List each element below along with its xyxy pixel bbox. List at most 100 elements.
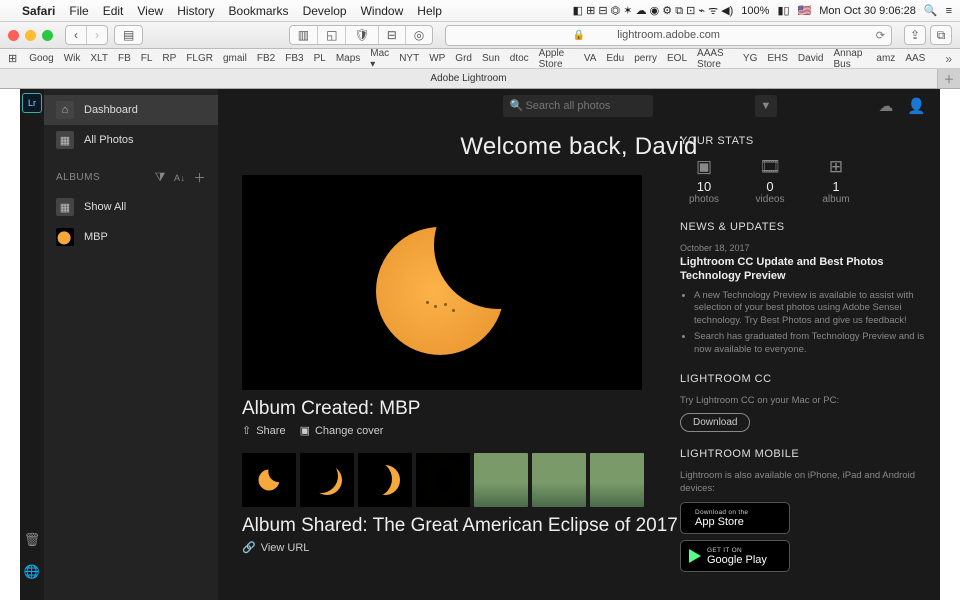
bookmark[interactable]: Grd xyxy=(455,53,472,64)
notification-center-icon[interactable]: ≡ xyxy=(946,5,952,17)
bookmark[interactable]: David xyxy=(798,53,824,64)
filter-icon[interactable]: ⧩ xyxy=(155,170,166,185)
photo-thumbnail[interactable] xyxy=(532,453,586,507)
bookmark[interactable]: Goog xyxy=(29,53,53,64)
zoom-window-button[interactable] xyxy=(42,30,53,41)
minimize-window-button[interactable] xyxy=(25,30,36,41)
bookmark[interactable]: FLGR xyxy=(186,53,213,64)
sidebar-item-all-photos[interactable]: ▦ All Photos xyxy=(44,125,218,155)
bookmark[interactable]: EOL xyxy=(667,53,687,64)
bookmark[interactable]: perry xyxy=(634,53,657,64)
battery-icon[interactable]: ▮▯ xyxy=(777,4,789,17)
top-sites-icon[interactable]: ⊞ xyxy=(8,52,17,65)
photo-thumbnail[interactable]: .thumb:nth-child(2) .mini::after{left:-8… xyxy=(300,453,354,507)
menu-history[interactable]: History xyxy=(177,4,214,18)
video-icon: 🎞 xyxy=(746,157,794,175)
ext-button[interactable]: ◎ xyxy=(406,26,432,44)
section-subtext: Try Lightroom CC on your Mac or PC: xyxy=(680,395,930,408)
google-play-button[interactable]: GET IT ONGoogle Play xyxy=(680,540,790,572)
sidebar-item-label: MBP xyxy=(84,231,108,243)
account-icon[interactable]: 👤 xyxy=(907,97,926,115)
sidebar-item-album-mbp[interactable]: MBP xyxy=(44,222,218,252)
photo-thumbnail[interactable] xyxy=(590,453,644,507)
bookmark[interactable]: Edu xyxy=(606,53,624,64)
stat-photos[interactable]: ▣ 10 photos xyxy=(680,157,728,205)
share-button[interactable]: ⇪ xyxy=(904,25,926,45)
bookmark[interactable]: YG xyxy=(743,53,757,64)
menu-edit[interactable]: Edit xyxy=(103,4,124,18)
change-cover-button[interactable]: ▣Change cover xyxy=(300,424,384,437)
ext-button[interactable]: 🛡 xyxy=(346,26,378,44)
bookmark[interactable]: NYT xyxy=(399,53,419,64)
bookmark[interactable]: EHS xyxy=(767,53,788,64)
news-headline[interactable]: Lightroom CC Update and Best Photos Tech… xyxy=(680,255,930,284)
bookmarks-overflow[interactable]: » xyxy=(945,52,952,66)
view-url-button[interactable]: 🔗View URL xyxy=(242,541,309,554)
filter-button[interactable]: ▼ xyxy=(755,95,777,117)
menu-view[interactable]: View xyxy=(137,4,163,18)
bookmark[interactable]: RP xyxy=(162,53,176,64)
bookmark[interactable]: AAS xyxy=(905,53,925,64)
new-tab-button[interactable]: ＋ xyxy=(938,71,960,87)
bookmark[interactable]: Annap Bus xyxy=(834,48,867,70)
bookmark[interactable]: WP xyxy=(429,53,445,64)
tab-lightroom[interactable]: Adobe Lightroom xyxy=(0,69,938,88)
album-cover-image[interactable] xyxy=(242,175,642,390)
back-button[interactable]: ‹ xyxy=(66,26,87,44)
battery-percent[interactable]: 100% xyxy=(741,5,769,17)
tabs-button[interactable]: ⧉ xyxy=(930,25,952,45)
menu-bookmarks[interactable]: Bookmarks xyxy=(229,4,289,18)
sort-icon[interactable]: A↓ xyxy=(174,173,186,183)
bookmark[interactable]: VA xyxy=(584,53,597,64)
bookmark[interactable]: gmail xyxy=(223,53,247,64)
clock[interactable]: Mon Oct 30 9:06:28 xyxy=(819,5,916,17)
menu-file[interactable]: File xyxy=(69,4,88,18)
sidebar-item-show-all[interactable]: ▦ Show All xyxy=(44,192,218,222)
stat-albums[interactable]: ⊞ 1 album xyxy=(812,157,860,205)
bookmark[interactable]: FB3 xyxy=(285,53,303,64)
spotlight-icon[interactable]: 🔍 xyxy=(924,4,938,17)
bookmark[interactable]: FB2 xyxy=(257,53,275,64)
bookmark[interactable]: AAAS Store xyxy=(697,48,733,70)
bookmark[interactable]: FB xyxy=(118,53,131,64)
bookmark[interactable]: amz xyxy=(876,53,895,64)
forward-button[interactable]: › xyxy=(87,26,107,44)
ext-button[interactable]: ⊟ xyxy=(379,26,406,44)
close-window-button[interactable] xyxy=(8,30,19,41)
bookmark[interactable]: PL xyxy=(314,53,326,64)
ext-button[interactable]: ◱ xyxy=(318,26,346,44)
add-album-button[interactable]: ＋ xyxy=(193,169,206,186)
menu-develop[interactable]: Develop xyxy=(303,4,347,18)
bookmark[interactable]: Apple Store xyxy=(539,48,574,70)
photo-thumbnail[interactable] xyxy=(416,453,470,507)
bookmark[interactable]: Wik xyxy=(64,53,81,64)
photo-thumbnail[interactable] xyxy=(474,453,528,507)
bookmark[interactable]: Maps xyxy=(336,53,360,64)
input-flag[interactable]: 🇺🇸 xyxy=(798,4,812,17)
bookmark[interactable]: Sun xyxy=(482,53,500,64)
stat-videos[interactable]: 🎞 0 videos xyxy=(746,157,794,205)
search-input[interactable] xyxy=(503,95,653,117)
menu-window[interactable]: Window xyxy=(361,4,404,18)
ext-button[interactable]: ▥ xyxy=(290,26,318,44)
cloud-sync-icon[interactable]: ☁ xyxy=(878,97,893,115)
bookmark[interactable]: dtoc xyxy=(510,53,529,64)
app-store-button[interactable]: Download on theApp Store xyxy=(680,502,790,534)
sidebar-item-dashboard[interactable]: ⌂ Dashboard xyxy=(44,95,218,125)
app-menu[interactable]: Safari xyxy=(22,4,55,18)
lightroom-logo[interactable]: Lr xyxy=(22,93,42,113)
reload-button[interactable]: ⟳ xyxy=(876,29,885,42)
download-button[interactable]: Download xyxy=(680,413,750,432)
menu-help[interactable]: Help xyxy=(417,4,442,18)
status-icons[interactable]: ◧ ⊞ ⊟ ⏣ ✶ ☁ ◉ ⚙ ⧉ ⊡ ⌁ ᯤ ◀︎) xyxy=(573,3,734,18)
share-button[interactable]: ⇧Share xyxy=(242,424,286,437)
bookmark[interactable]: Mac ▾ xyxy=(370,48,389,70)
deleted-icon[interactable]: 🗑 xyxy=(24,532,41,548)
bookmark[interactable]: FL xyxy=(141,53,153,64)
photo-thumbnail[interactable]: .thumb:nth-child(3) .mini::after{left:-1… xyxy=(358,453,412,507)
sidebar-toggle-button[interactable]: ▤ xyxy=(115,26,142,44)
activity-icon[interactable]: 🌐 xyxy=(24,564,40,580)
photo-thumbnail[interactable]: .thumb:nth-child(1) .mini::after{left:14… xyxy=(242,453,296,507)
bookmark[interactable]: XLT xyxy=(90,53,108,64)
address-bar[interactable]: 🔒 lightroom.adobe.com ⟳ xyxy=(445,25,892,46)
